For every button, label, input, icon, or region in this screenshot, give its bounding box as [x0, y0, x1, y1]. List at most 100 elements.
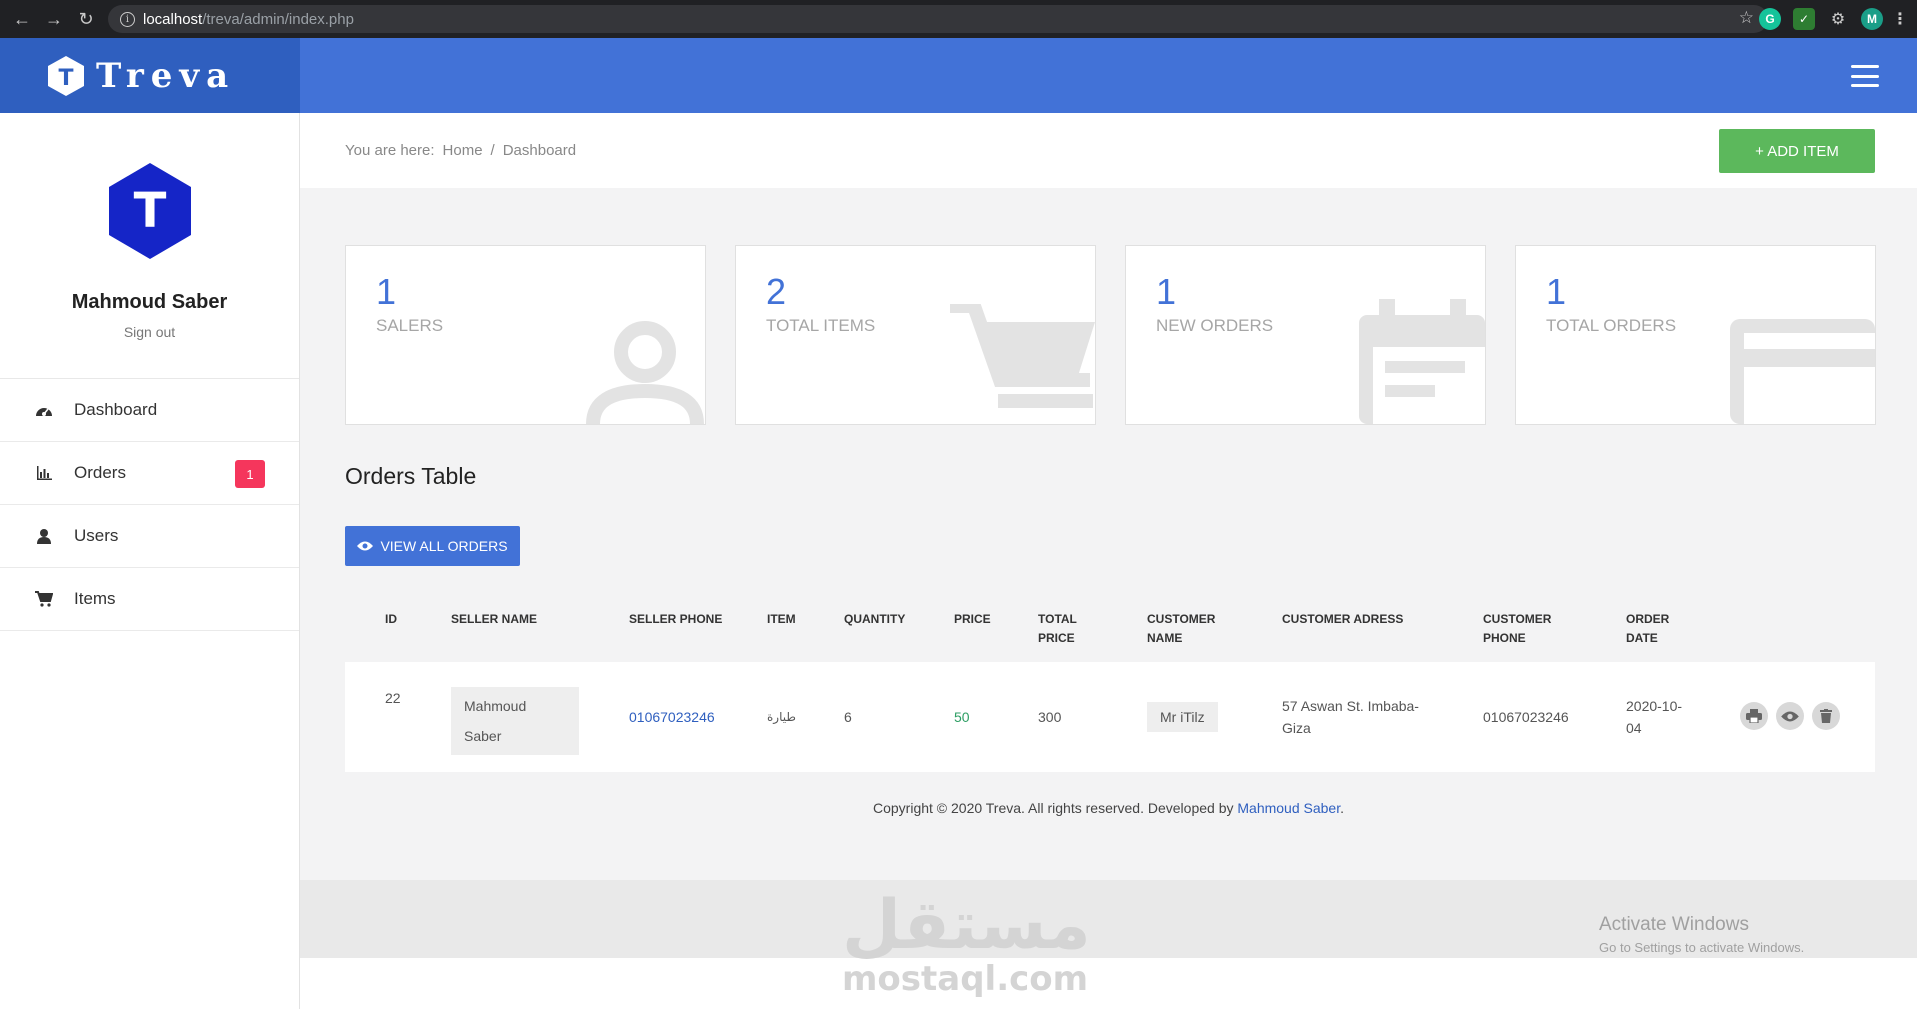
- profile-name: Mahmoud Saber: [71, 291, 228, 313]
- cell-quantity: 6: [844, 709, 852, 725]
- shield-extension-icon[interactable]: ✓: [1793, 8, 1815, 30]
- top-header: [300, 38, 1917, 113]
- cell-id: 22: [385, 690, 401, 706]
- activate-title: Activate Windows: [1599, 914, 1749, 935]
- user-icon: [34, 526, 54, 546]
- user-icon: [586, 321, 704, 424]
- cell-order-date-line1: 2020-10-: [1626, 698, 1683, 714]
- cell-item: طيارة: [767, 710, 796, 724]
- view-all-orders-button[interactable]: VIEW ALL ORDERS: [345, 526, 520, 566]
- activate-subtitle: Go to Settings to activate Windows.: [1599, 940, 1805, 955]
- col-total-price-line2: PRICE: [1038, 631, 1075, 645]
- sidebar-item-label: Items: [74, 589, 116, 608]
- col-seller-name: SELLER NAME: [451, 612, 538, 626]
- back-icon[interactable]: ←: [6, 3, 38, 35]
- sidebar-item-users[interactable]: Users: [0, 505, 299, 568]
- cell-price: 50: [954, 709, 970, 725]
- url-path: /treva/admin/index.php: [202, 10, 354, 28]
- footer-period: .: [1340, 800, 1344, 816]
- stat-card-salers: 1 SALERS: [345, 245, 706, 425]
- footer-author-link[interactable]: Mahmoud Saber: [1237, 800, 1340, 816]
- view-eye-icon[interactable]: [1776, 702, 1804, 730]
- reload-icon[interactable]: ↻: [70, 3, 102, 35]
- avatar-letter: T: [133, 183, 166, 239]
- grammarly-extension-icon[interactable]: G: [1759, 8, 1781, 30]
- brand-header[interactable]: T Treva: [0, 38, 300, 113]
- bottom-strip: [300, 958, 1917, 1009]
- cell-order-date: 2020-10- 04: [1626, 695, 1682, 739]
- footer-text: Copyright © 2020 Treva. All rights reser…: [872, 800, 1238, 816]
- orders-table-header: ID SELLER NAME SELLER PHONE ITEM QUANTIT…: [345, 600, 1875, 660]
- puzzle-extensions-icon[interactable]: ⚙: [1827, 8, 1849, 30]
- col-customer-phone: CUSTOMER PHONE: [1483, 610, 1551, 648]
- cell-customer-address-line1: 57 Aswan St. Imbaba-: [1282, 698, 1419, 714]
- col-customer-address: CUSTOMER ADRESS: [1282, 612, 1404, 626]
- col-customer-phone-line2: PHONE: [1483, 631, 1526, 645]
- sidebar-item-dashboard[interactable]: Dashboard: [0, 379, 299, 442]
- stat-value: 2: [766, 271, 787, 312]
- stat-card-new-orders: 1 NEW ORDERS: [1125, 245, 1486, 425]
- orders-table-title: Orders Table: [345, 463, 477, 489]
- sidebar-item-orders[interactable]: Orders 1: [0, 442, 299, 505]
- sidebar-item-items[interactable]: Items: [0, 568, 299, 631]
- breadcrumb-prefix: You are here:: [345, 142, 435, 159]
- cell-customer-address-line2: Giza: [1282, 720, 1311, 736]
- cart-icon: [950, 304, 1095, 408]
- url-host: localhost: [143, 10, 203, 28]
- stat-value: 1: [1156, 271, 1177, 312]
- breadcrumb-home[interactable]: Home: [443, 142, 483, 159]
- logo-letter: T: [58, 66, 73, 91]
- sidebar: T Mahmoud Saber Sign out Dashboard Order…: [0, 113, 300, 1009]
- print-icon[interactable]: [1740, 702, 1768, 730]
- trash-icon[interactable]: [1812, 702, 1840, 730]
- col-seller-phone: SELLER PHONE: [629, 612, 723, 626]
- cell-seller-name-line1: Mahmoud: [464, 698, 527, 714]
- col-order-date-line1: ORDER: [1626, 612, 1670, 626]
- treva-logo-icon: T: [48, 55, 84, 96]
- col-price: PRICE: [954, 612, 991, 626]
- sidebar-item-label: Orders: [74, 463, 126, 482]
- col-customer-name-line1: CUSTOMER: [1147, 612, 1216, 626]
- mostaql-watermark: مستقل mostaql.com: [842, 890, 1091, 999]
- forward-icon[interactable]: →: [38, 3, 70, 35]
- cell-seller-name-line2: Saber: [464, 728, 502, 744]
- watermark-latin: mostaql.com: [842, 959, 1089, 999]
- breadcrumb-bar: You are here: Home / Dashboard + ADD ITE…: [300, 113, 1917, 188]
- browser-toolbar: ← → ↻ i localhost/treva/admin/index.php …: [0, 0, 1917, 38]
- col-item: ITEM: [767, 612, 796, 626]
- col-order-date: ORDER DATE: [1626, 610, 1669, 648]
- avatar: T: [108, 163, 191, 259]
- credit-card-icon: [1730, 319, 1875, 424]
- add-item-button[interactable]: + ADD ITEM: [1719, 129, 1875, 173]
- stat-value: 1: [1546, 271, 1567, 312]
- breadcrumb-current: Dashboard: [502, 142, 577, 159]
- orders-count-badge: 1: [235, 460, 265, 488]
- view-all-orders-label: VIEW ALL ORDERS: [380, 538, 508, 554]
- kebab-menu-icon[interactable]: ⋮: [1892, 8, 1908, 30]
- cell-seller-name: Mahmoud Saber: [451, 687, 579, 755]
- activate-windows-notice: Activate Windows Go to Settings to activ…: [1599, 914, 1804, 955]
- stat-label: SALERS: [376, 316, 444, 335]
- breadcrumb: You are here: Home / Dashboard: [345, 142, 576, 159]
- col-customer-name: CUSTOMER NAME: [1147, 610, 1215, 648]
- profile-panel: T Mahmoud Saber Sign out: [0, 113, 299, 379]
- cell-customer-name: Mr iTilz: [1147, 702, 1218, 732]
- cell-customer-address: 57 Aswan St. Imbaba- Giza: [1282, 695, 1419, 739]
- stat-card-total-orders: 1 TOTAL ORDERS: [1515, 245, 1876, 425]
- stat-label: TOTAL ORDERS: [1546, 316, 1677, 335]
- col-order-date-line2: DATE: [1626, 631, 1658, 645]
- dashboard-icon: [34, 400, 54, 420]
- sign-out-link[interactable]: Sign out: [124, 324, 175, 340]
- col-total-price: TOTAL PRICE: [1038, 610, 1077, 648]
- table-row: 22 Mahmoud Saber 01067023246 طيارة 6 50 …: [345, 662, 1875, 772]
- col-quantity: QUANTITY: [844, 612, 906, 626]
- cell-total-price: 300: [1038, 709, 1062, 725]
- cell-seller-phone[interactable]: 01067023246: [629, 706, 715, 728]
- hamburger-menu-icon[interactable]: [1851, 65, 1879, 87]
- profile-avatar-icon[interactable]: M: [1861, 8, 1883, 30]
- stat-value: 1: [376, 271, 397, 312]
- bookmark-star-icon[interactable]: ☆: [1739, 8, 1754, 28]
- info-icon[interactable]: i: [120, 11, 135, 27]
- address-bar[interactable]: i localhost/treva/admin/index.php ☆: [108, 5, 1768, 33]
- row-actions: [1740, 702, 1840, 730]
